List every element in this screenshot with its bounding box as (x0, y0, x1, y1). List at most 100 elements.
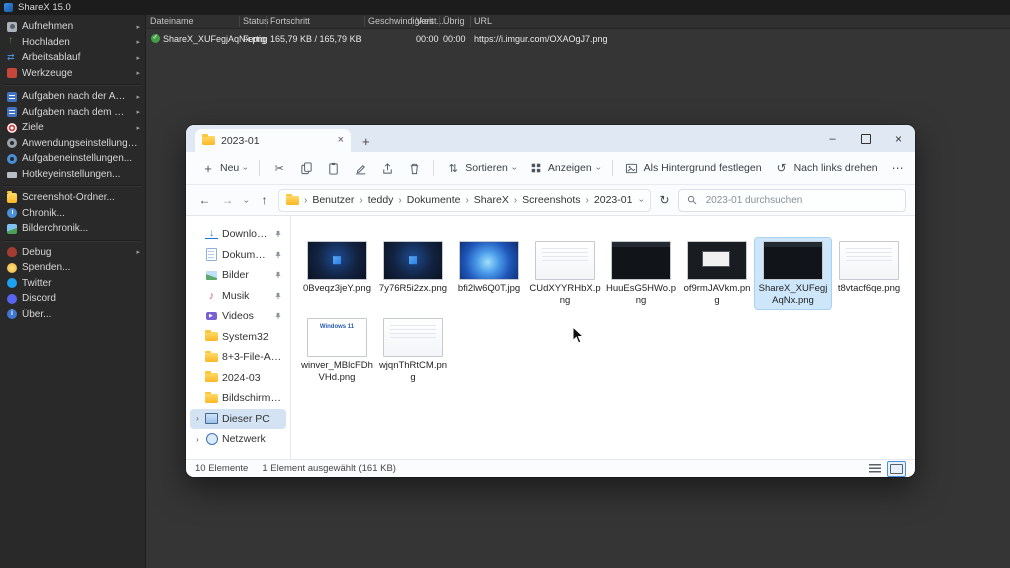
breadcrumb-segment[interactable]: teddy (368, 194, 394, 206)
forward-button[interactable] (218, 193, 237, 207)
breadcrumb-segment[interactable]: Benutzer (312, 194, 354, 206)
breadcrumb-segment[interactable]: Screenshots (522, 194, 580, 206)
search-input[interactable] (704, 194, 898, 207)
file-item[interactable]: Windows 11winver_MBlcFDhVHd.png (299, 315, 375, 386)
file-name: bfi2lw6Q0T.jpg (458, 283, 520, 295)
menu-item-bilderchronik[interactable]: Bilderchronik... (0, 221, 145, 237)
refresh-button[interactable] (655, 193, 674, 207)
pin-icon[interactable] (274, 292, 282, 300)
recent-locations-icon[interactable] (242, 200, 251, 203)
file-item[interactable]: 0Bveqz3jeY.png (299, 238, 375, 309)
sidebar-item-dieser-pc[interactable]: Dieser PC (190, 409, 286, 430)
menu-item-arbeitsablauf[interactable]: Arbeitsablauf (0, 50, 145, 66)
menu-item-hochladen[interactable]: Hochladen (0, 35, 145, 51)
column-uebrig[interactable]: Übrig (443, 16, 465, 26)
sidebar-item-8-3-file-analyz[interactable]: 8+3-File-Analyz (190, 347, 286, 368)
tab-2023-01[interactable]: 2023-01 (195, 129, 351, 152)
rename-button[interactable] (347, 156, 373, 180)
column-url[interactable]: URL (474, 16, 492, 26)
menu-item-aufgaben-nach-dem-upload[interactable]: Aufgaben nach dem Upload (0, 105, 145, 121)
menu-item-aufnehmen[interactable]: Aufnehmen (0, 19, 145, 35)
file-item[interactable]: bfi2lw6Q0T.jpg (451, 238, 527, 309)
sidebar-item-2024-03[interactable]: 2024-03 (190, 368, 286, 389)
sidebar-item-downloads[interactable]: Downloads (190, 224, 286, 245)
pin-icon[interactable] (274, 230, 282, 238)
wallpaper-image-icon (625, 161, 639, 175)
sidebar-item-dokumente[interactable]: Dokumente (190, 245, 286, 266)
pin-icon[interactable] (274, 271, 282, 279)
file-item[interactable]: 7y76R5i2zx.png (375, 238, 451, 309)
details-view-button[interactable] (869, 464, 881, 473)
file-name: t8vtacf6qe.png (838, 283, 900, 295)
icons-view-button[interactable] (887, 461, 906, 477)
close-button[interactable] (882, 125, 915, 152)
file-item[interactable]: CUdXYYRHbX.png (527, 238, 603, 309)
breadcrumb-segment[interactable]: ShareX (474, 194, 509, 206)
file-item-selected[interactable]: ShareX_XUFegjAqNx.png (755, 238, 831, 309)
breadcrumb-segment[interactable]: Dokumente (407, 194, 461, 206)
expand-chevron-icon[interactable] (194, 435, 201, 444)
tab-close-icon[interactable] (338, 135, 344, 146)
menu-item-anwendungseinstellungen[interactable]: Anwendungseinstellungen... (0, 136, 145, 152)
menu-item-debug[interactable]: Debug (0, 245, 145, 261)
file-thumbnail: Windows 11 (307, 318, 367, 357)
menu-item-screenshot-ordner[interactable]: Screenshot-Ordner... (0, 190, 145, 206)
sort-button[interactable]: Sortieren (440, 156, 522, 180)
sidebar-item-videos[interactable]: Videos (190, 306, 286, 327)
back-button[interactable] (195, 193, 214, 207)
breadcrumb-separator-icon (465, 195, 468, 206)
new-tab-button[interactable] (362, 135, 370, 148)
file-list-area[interactable]: 0Bveqz3jeY.png 7y76R5i2zx.png bfi2lw6Q0T… (291, 216, 915, 459)
address-dropdown-icon[interactable] (637, 199, 646, 202)
up-button[interactable] (255, 193, 274, 207)
sidebar-item-system32[interactable]: System32 (190, 327, 286, 348)
upload-remaining: 00:00 (443, 34, 466, 44)
menu-item-aufgaben-nach-der-aufnahme[interactable]: Aufgaben nach der Aufnahme (0, 89, 145, 105)
sidebar-item-bilder[interactable]: Bilder (190, 265, 286, 286)
file-item[interactable]: of9rmJAVkm.png (679, 238, 755, 309)
column-separator (266, 16, 267, 27)
sidebar-item-bildschirmfotos[interactable]: Bildschirmfotos (190, 388, 286, 409)
menu-item-ueber[interactable]: Über... (0, 307, 145, 323)
breadcrumb[interactable]: Benutzer teddy Dokumente ShareX Screensh… (278, 189, 651, 212)
menu-item-spenden[interactable]: Spenden... (0, 260, 145, 276)
pin-icon[interactable] (274, 251, 282, 259)
file-item[interactable]: wjqnThRtCM.png (375, 315, 451, 386)
minimize-button[interactable] (816, 125, 849, 152)
menu-item-ziele[interactable]: Ziele (0, 120, 145, 136)
menu-item-chronik[interactable]: Chronik... (0, 206, 145, 222)
pictures-icon (206, 271, 217, 280)
rotate-left-button[interactable]: Nach links drehen (769, 156, 884, 180)
column-fortschritt[interactable]: Fortschritt (270, 16, 310, 26)
column-status[interactable]: Status (243, 16, 269, 26)
cut-button[interactable] (266, 156, 292, 180)
items-count: 10 Elemente (195, 463, 248, 474)
sidebar-item-musik[interactable]: Musik (190, 286, 286, 307)
breadcrumb-segment[interactable]: 2023-01 (594, 194, 633, 206)
menu-item-hotkeyeinstellungen[interactable]: Hotkeyeinstellungen... (0, 167, 145, 183)
search-box[interactable] (678, 189, 906, 212)
share-button[interactable] (374, 156, 400, 180)
explorer-addressbar: Benutzer teddy Dokumente ShareX Screensh… (186, 185, 915, 216)
paste-button[interactable] (320, 156, 346, 180)
file-item[interactable]: HuuEsG5HWo.png (603, 238, 679, 309)
column-separator (439, 16, 440, 27)
upload-row[interactable]: ShareX_XUFegjAqNx.png Fertig 165,79 KB /… (146, 33, 1010, 47)
menu-item-discord[interactable]: Discord (0, 291, 145, 307)
set-wallpaper-button[interactable]: Als Hintergrund festlegen (619, 156, 768, 180)
sidebar-item-netzwerk[interactable]: Netzwerk (190, 429, 286, 450)
new-button[interactable]: Neu (195, 156, 253, 180)
expand-chevron-icon[interactable] (194, 414, 201, 423)
menu-item-werkzeuge[interactable]: Werkzeuge (0, 66, 145, 82)
view-button[interactable]: Anzeigen (523, 156, 606, 180)
column-dateiname[interactable]: Dateiname (150, 16, 194, 26)
maximize-button[interactable] (849, 125, 882, 152)
menu-item-aufgabeneinstellungen[interactable]: Aufgabeneinstellungen... (0, 151, 145, 167)
pin-icon[interactable] (274, 312, 282, 320)
network-icon (206, 433, 218, 445)
more-options-button[interactable] (885, 156, 911, 180)
delete-button[interactable] (401, 156, 427, 180)
menu-item-twitter[interactable]: Twitter (0, 276, 145, 292)
file-item[interactable]: t8vtacf6qe.png (831, 238, 907, 309)
copy-button[interactable] (293, 156, 319, 180)
